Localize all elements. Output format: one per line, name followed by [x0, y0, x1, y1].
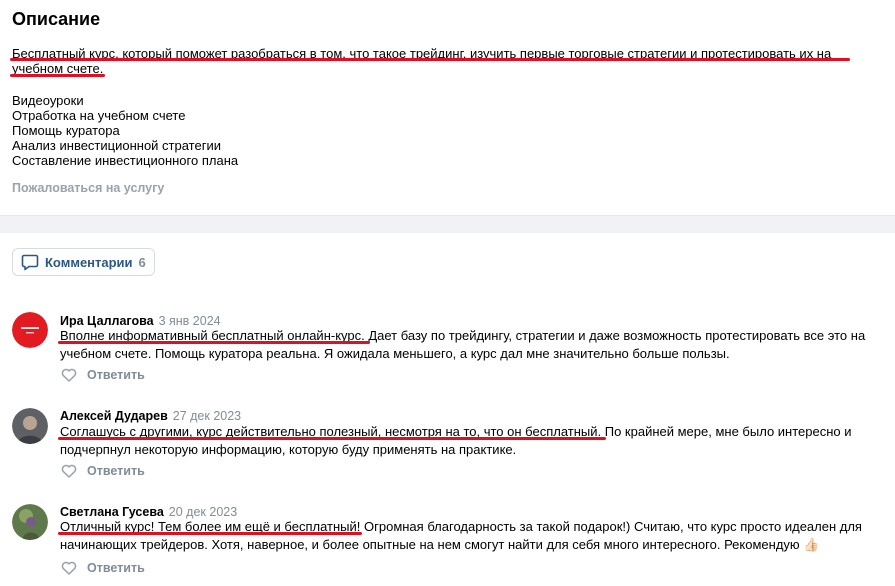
- feature-item: Видеоуроки: [12, 93, 84, 108]
- section-divider: [0, 215, 895, 233]
- features-list: Видеоуроки Отработка на учебном счете По…: [12, 93, 238, 168]
- comment-author-name[interactable]: Ира Цаллагова: [60, 314, 154, 328]
- annotation-underline: [58, 532, 362, 535]
- description-title: Описание: [12, 9, 101, 29]
- annotation-underline: [58, 341, 370, 344]
- reply-button[interactable]: Ответить: [61, 464, 145, 478]
- comment-date[interactable]: 20 дек 2023: [169, 505, 237, 519]
- avatar[interactable]: [12, 408, 48, 444]
- comment-author-name[interactable]: Алексей Дударев: [60, 409, 168, 423]
- reply-button[interactable]: Ответить: [61, 368, 145, 382]
- comment-author-name[interactable]: Светлана Гусева: [60, 505, 164, 519]
- reply-label[interactable]: Ответить: [87, 464, 145, 478]
- comment-author[interactable]: Алексей Дударев 27 дек 2023: [60, 409, 241, 423]
- thumbs-up-emoji: 👍🏻: [803, 537, 820, 552]
- report-service-link[interactable]: Пожаловаться на услугу: [12, 181, 164, 195]
- feature-item: Помощь куратора: [12, 123, 120, 138]
- comments-tab-label: Комментарии: [45, 254, 133, 270]
- comment-author[interactable]: Светлана Гусева 20 дек 2023: [60, 505, 237, 519]
- comment-text: Отличный курс! Тем более им ещё и беспла…: [60, 518, 885, 554]
- feature-item: Анализ инвестиционной стратегии: [12, 138, 221, 153]
- reply-label[interactable]: Ответить: [87, 368, 145, 382]
- heart-icon[interactable]: [61, 561, 77, 575]
- comment-date[interactable]: 27 дек 2023: [173, 409, 241, 423]
- comments-tab[interactable]: Комментарии 6: [12, 248, 155, 276]
- annotation-underline: [10, 74, 105, 77]
- reply-button[interactable]: Ответить: [61, 561, 145, 575]
- annotation-underline: [10, 58, 850, 61]
- feature-item: Составление инвестиционного плана: [12, 153, 239, 168]
- heart-icon[interactable]: [61, 368, 77, 382]
- avatar[interactable]: [12, 504, 48, 540]
- comment-author[interactable]: Ира Цаллагова 3 янв 2024: [60, 314, 221, 328]
- comment-text: Соглашусь с другими, курс действительно …: [60, 423, 885, 459]
- heart-icon[interactable]: [61, 464, 77, 478]
- annotation-underline: [58, 437, 606, 440]
- feature-item: Отработка на учебном счете: [12, 108, 186, 123]
- description-text: Бесплатный курс, который поможет разобра…: [12, 46, 832, 76]
- comments-count: 6: [138, 254, 146, 270]
- reply-label[interactable]: Ответить: [87, 561, 145, 575]
- comment-text: Вполне информативный бесплатный онлайн-к…: [60, 327, 885, 363]
- avatar[interactable]: [12, 312, 48, 348]
- comment-icon: [21, 253, 39, 271]
- comment-date[interactable]: 3 янв 2024: [159, 314, 221, 328]
